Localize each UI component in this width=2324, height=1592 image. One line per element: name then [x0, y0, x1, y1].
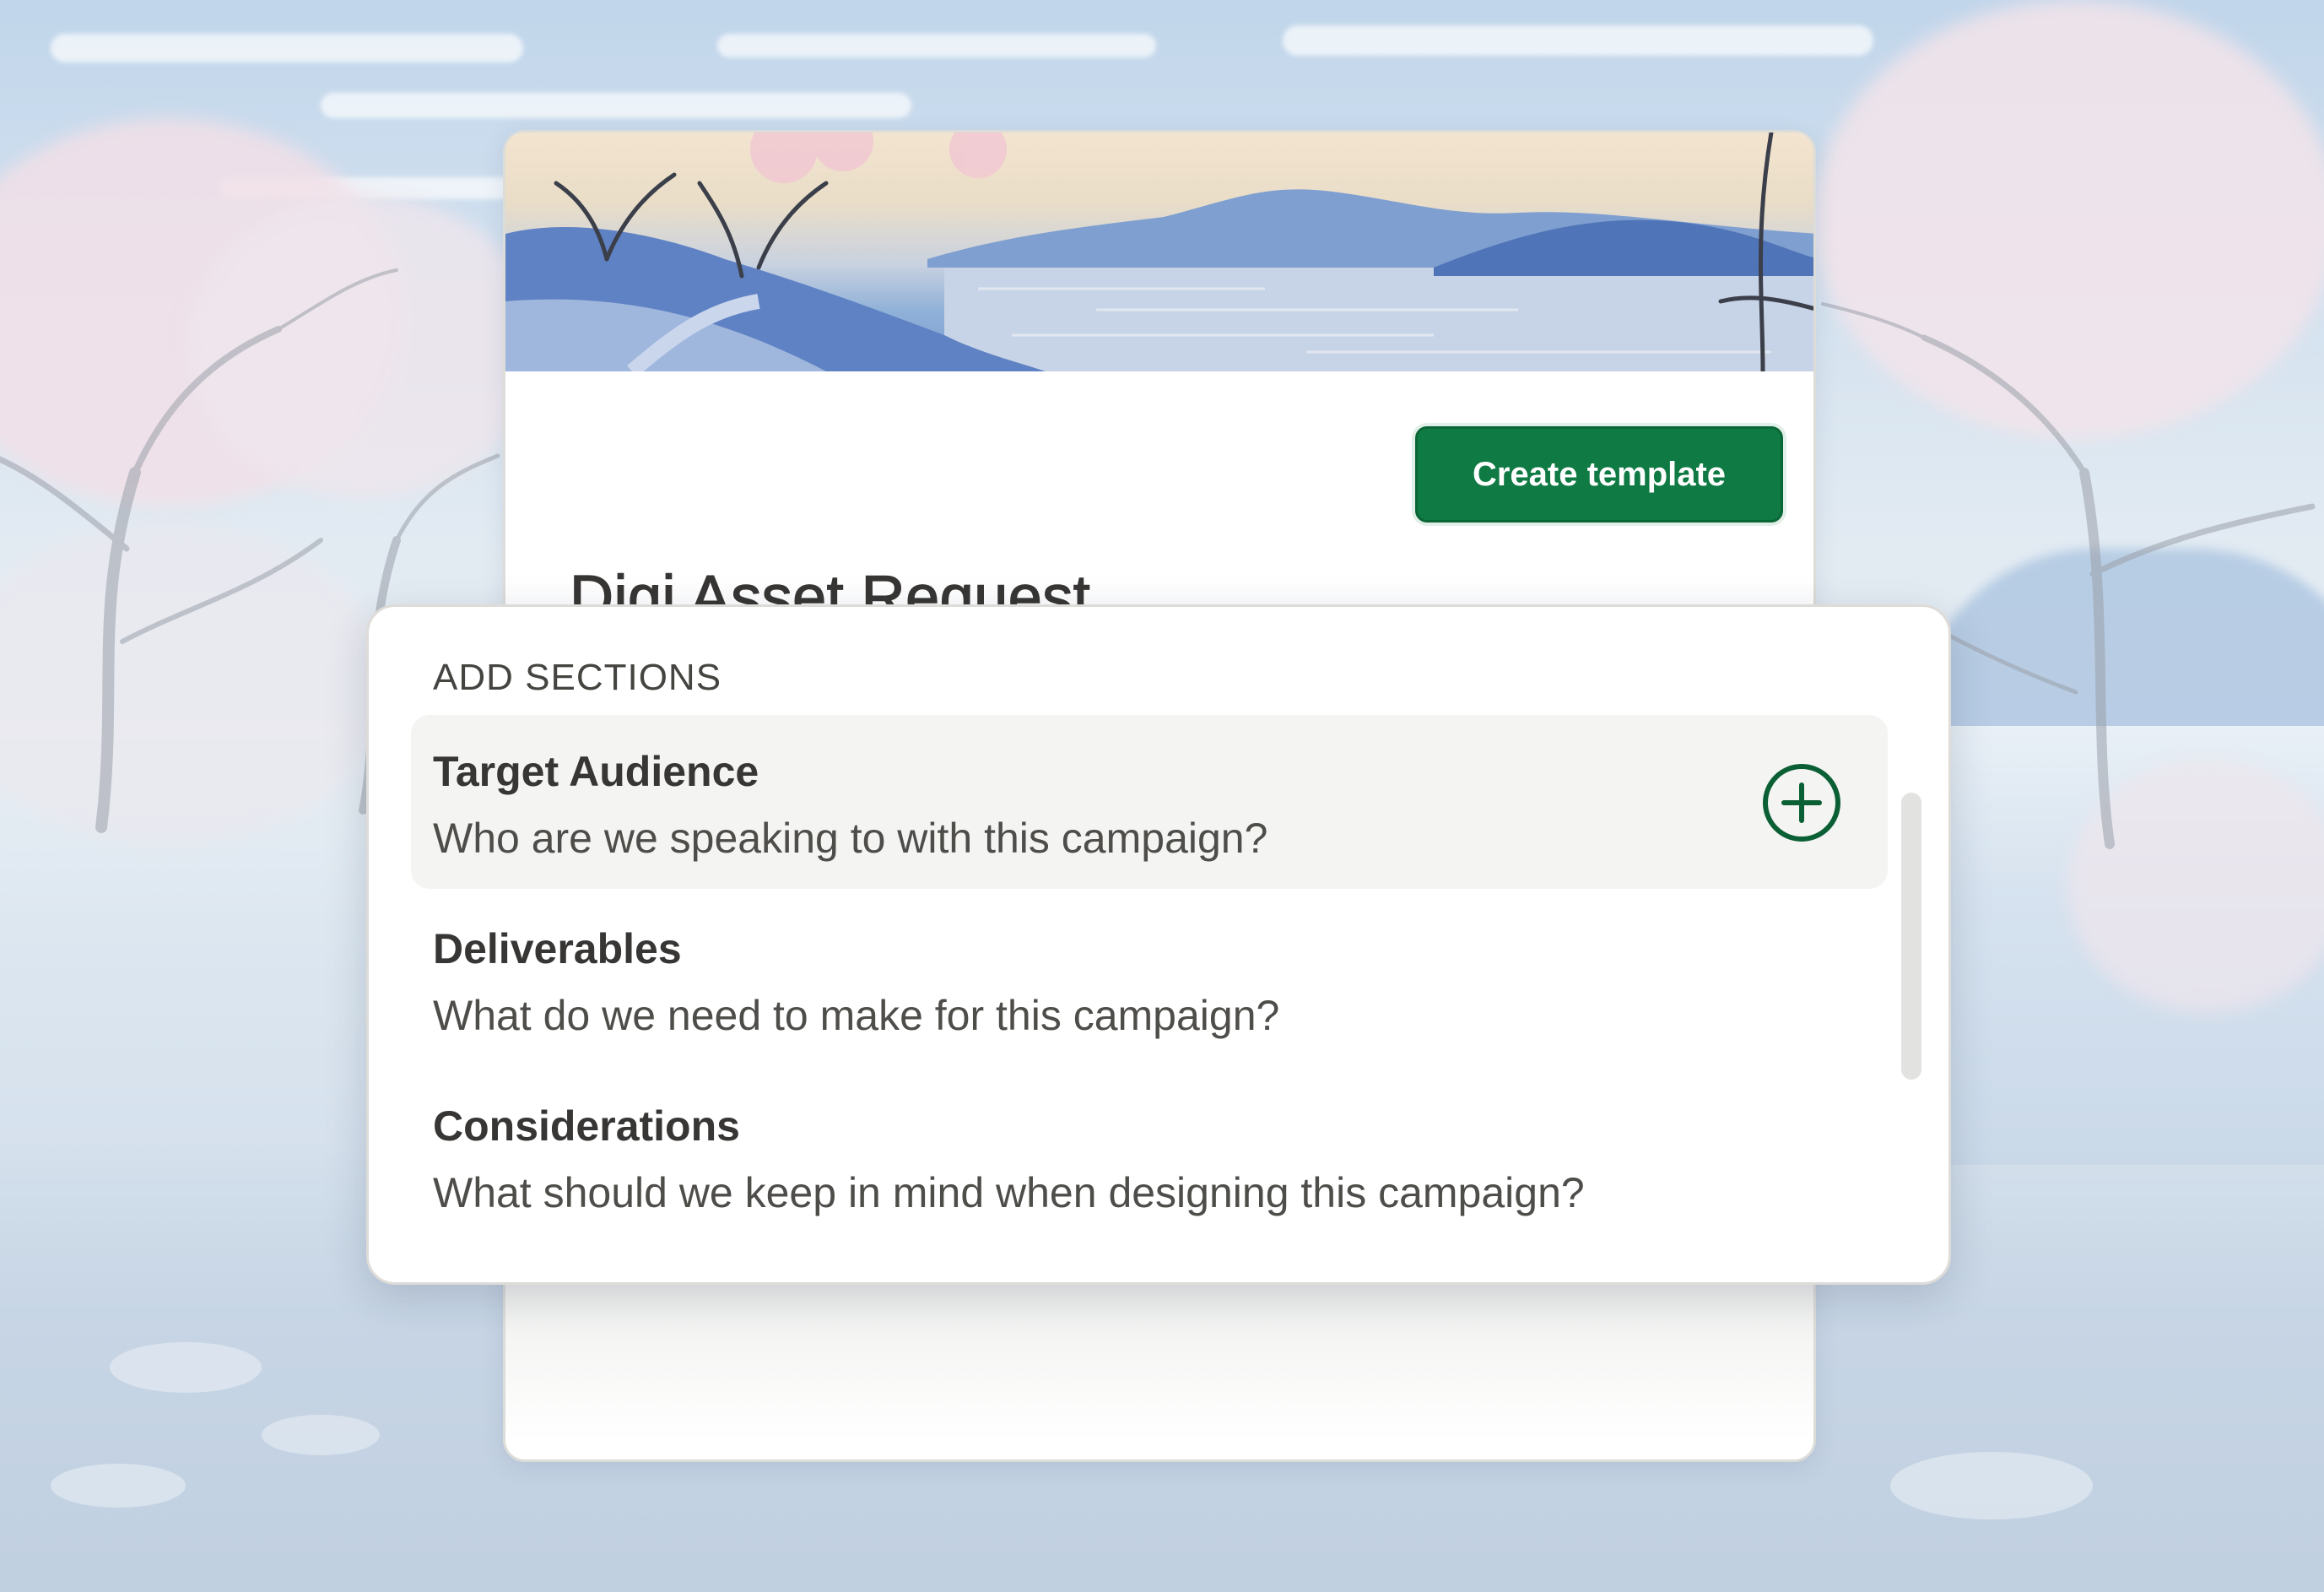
cover-image	[505, 133, 1813, 371]
section-option-description: What do we need to make for this campaig…	[433, 992, 1280, 1039]
plus-circle-icon[interactable]	[1761, 762, 1842, 843]
section-option-description: What should we keep in mind when designi…	[433, 1169, 1585, 1216]
section-option-title: Considerations	[433, 1102, 740, 1150]
create-template-button[interactable]: Create template	[1415, 426, 1783, 523]
section-option-description: Who are we speaking to with this campaig…	[433, 815, 1268, 862]
section-option-title: Deliverables	[433, 925, 682, 972]
section-option-deliverables[interactable]: Deliverables What do we need to make for…	[411, 892, 1888, 1066]
landscape-illustration	[505, 133, 1813, 371]
section-option-target-audience[interactable]: Target Audience Who are we speaking to w…	[411, 715, 1888, 889]
add-sections-heading: ADD SECTIONS	[433, 657, 722, 698]
add-sections-popover: ADD SECTIONS Target Audience Who are we …	[366, 604, 1951, 1285]
scrollbar-thumb[interactable]	[1901, 793, 1921, 1080]
card-footer-fade	[505, 1272, 1813, 1441]
section-option-title: Target Audience	[433, 748, 759, 795]
section-option-considerations[interactable]: Considerations What should we keep in mi…	[411, 1069, 1888, 1243]
